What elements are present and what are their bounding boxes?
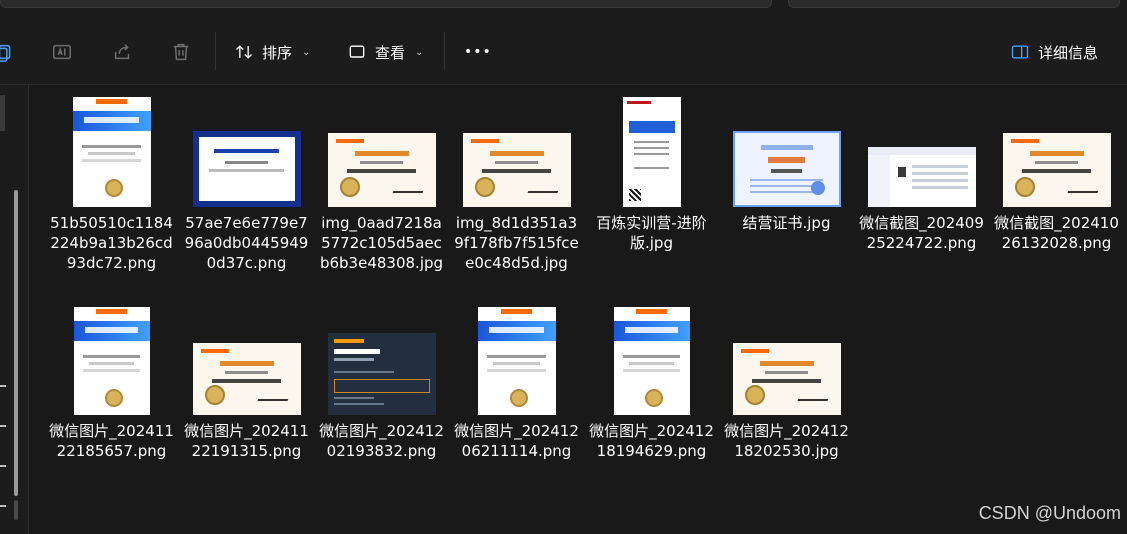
file-thumbnail [622, 97, 681, 207]
file-grid: 51b50510c1184224b9a13b26cd93dc72.png 57a… [28, 85, 1127, 534]
file-name: img_0aad7218a5772c105d5aecb6b3e48308.jpg [319, 214, 444, 272]
details-pane-button[interactable]: 详细信息 [1010, 38, 1098, 66]
navigation-pane [0, 85, 29, 534]
file-thumbnail [192, 343, 301, 415]
nav-scrollbar[interactable] [14, 190, 18, 496]
copy-icon[interactable] [0, 39, 18, 65]
details-label: 详细信息 [1038, 43, 1099, 62]
file-name: 微信图片_20241218194629.png [589, 422, 714, 460]
toolbar-divider [444, 32, 445, 70]
file-name: 微信图片_20241122185657.png [49, 422, 174, 460]
view-icon [349, 45, 365, 58]
title-bar-strip [0, 0, 1127, 20]
command-bar: 排序 ⌄ 查看 ⌄ ••• 详细信息 [0, 20, 1127, 85]
file-item[interactable]: 百炼实训营-进阶版.jpg [584, 95, 719, 253]
more-icon: ••• [464, 44, 492, 60]
file-item[interactable]: 微信图片_20241218194629.png [584, 303, 719, 461]
sort-icon [236, 45, 252, 59]
file-name: img_8d1d351a39f178fb7f515fcee0c48d5d.jpg [454, 214, 579, 272]
watermark-text: CSDN @Undoom [978, 503, 1121, 523]
file-thumbnail [1002, 133, 1111, 207]
file-name: 结营证书.jpg [742, 214, 831, 232]
file-item[interactable]: 微信图片_20241218202530.jpg [719, 303, 854, 461]
file-name: 微信截图_20240925224722.png [859, 214, 984, 252]
nav-item-marker[interactable] [0, 425, 6, 427]
view-button[interactable]: 查看 ⌄ [347, 38, 423, 66]
file-item[interactable]: 微信图片_20241122191315.png [179, 303, 314, 461]
file-thumbnail [867, 147, 976, 207]
file-item[interactable]: 51b50510c1184224b9a13b26cd93dc72.png [44, 95, 179, 273]
file-item[interactable]: img_0aad7218a5772c105d5aecb6b3e48308.jpg [314, 95, 449, 273]
more-options-button[interactable]: ••• [464, 38, 492, 66]
file-item[interactable]: 微信图片_20241122185657.png [44, 303, 179, 461]
nav-item-marker[interactable] [0, 385, 6, 387]
file-name: 微信图片_20241218202530.jpg [724, 422, 849, 460]
file-name: 57ae7e6e779e796a0db04459490d37c.png [184, 214, 309, 272]
sort-button[interactable]: 排序 ⌄ [234, 38, 310, 66]
file-thumbnail [732, 131, 841, 207]
file-thumbnail [613, 307, 690, 415]
file-item[interactable]: 微信图片_20241206211114.png [449, 303, 584, 461]
file-thumbnail [327, 133, 436, 207]
file-name: 51b50510c1184224b9a13b26cd93dc72.png [50, 214, 173, 272]
file-item[interactable]: 微信截图_20240925224722.png [854, 95, 989, 253]
share-icon[interactable] [110, 39, 136, 65]
chevron-down-icon: ⌄ [302, 46, 311, 58]
view-label: 查看 [375, 43, 406, 62]
nav-selected-indicator [0, 95, 5, 131]
file-name: 微信图片_20241202193832.png [319, 422, 444, 460]
file-item[interactable]: 结营证书.jpg [719, 95, 854, 233]
nav-item-marker[interactable] [0, 465, 6, 467]
delete-icon[interactable] [168, 39, 194, 65]
rename-icon[interactable] [49, 39, 75, 65]
address-bar[interactable] [0, 0, 772, 8]
file-item[interactable]: 微信图片_20241202193832.png [314, 303, 449, 461]
nav-item-marker[interactable] [0, 505, 6, 507]
details-pane-icon [1011, 45, 1029, 59]
chevron-down-icon: ⌄ [415, 46, 424, 58]
file-name: 微信截图_20241026132028.png [994, 214, 1119, 252]
file-name: 微信图片_20241206211114.png [454, 422, 579, 460]
nav-scrollbar-track [14, 500, 18, 520]
toolbar-divider [215, 32, 216, 70]
file-thumbnail [192, 131, 301, 207]
file-item[interactable]: 57ae7e6e779e796a0db04459490d37c.png [179, 95, 314, 273]
file-name: 微信图片_20241122191315.png [184, 422, 309, 460]
file-thumbnail [327, 333, 436, 415]
file-thumbnail [73, 307, 150, 415]
search-box[interactable] [788, 0, 1120, 8]
file-item[interactable]: img_8d1d351a39f178fb7f515fcee0c48d5d.jpg [449, 95, 584, 273]
sort-label: 排序 [262, 43, 293, 62]
file-thumbnail [477, 307, 556, 415]
file-item[interactable]: 微信截图_20241026132028.png [989, 95, 1124, 253]
file-thumbnail [732, 343, 841, 415]
file-name: 百炼实训营-进阶版.jpg [596, 214, 707, 252]
file-thumbnail [72, 97, 151, 207]
file-thumbnail [462, 133, 571, 207]
